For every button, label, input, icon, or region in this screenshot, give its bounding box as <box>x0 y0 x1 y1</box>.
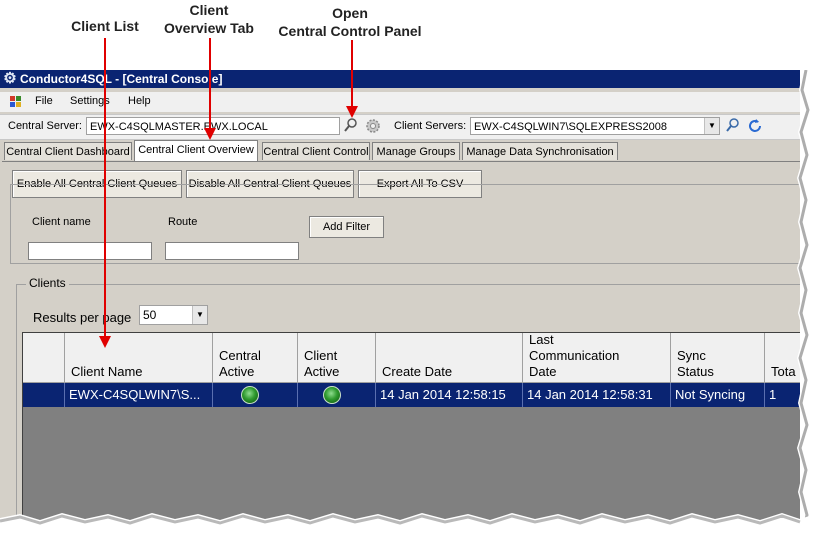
central-server-value: EWX-C4SQLMASTER.EWX.LOCAL <box>90 121 268 133</box>
open-central-control-panel-icon[interactable] <box>364 117 382 135</box>
column-header-label: Create Date <box>382 364 453 379</box>
tab-label: Manage Groups <box>376 146 456 158</box>
column-header-label: Status <box>677 364 714 379</box>
row-selector[interactable] <box>23 383 65 407</box>
client-servers-value: EWX-C4SQLWIN7\SQLEXPRESS2008 <box>474 121 667 133</box>
search-icon[interactable] <box>342 117 360 135</box>
column-header-client-active[interactable]: Client Active <box>298 333 376 383</box>
column-header-label: Client <box>304 348 338 363</box>
column-header-last-communication-date[interactable]: Last Communication Date <box>523 332 671 383</box>
tab-manage-data-synchronisation[interactable]: Manage Data Synchronisation <box>462 142 618 160</box>
app-window: ⚙ Conductor4SQL - [Central Console] File… <box>0 70 800 520</box>
column-header-client-name[interactable]: Client Name <box>65 333 213 383</box>
client-overview-tab-arrow-head <box>204 128 216 140</box>
results-per-page-label: Results per page <box>33 310 132 325</box>
column-header-label-group: Sync Status <box>677 348 714 380</box>
cell-sync-status: Not Syncing <box>671 383 765 407</box>
server-toolbar: Central Server: EWX-C4SQLMASTER.EWX.LOCA… <box>0 114 800 140</box>
tab-label: Central Client Dashboard <box>6 146 130 158</box>
menu-item-help[interactable]: Help <box>128 95 151 107</box>
column-header-sync-status[interactable]: Sync Status <box>671 333 765 383</box>
client-list-callout: Client List <box>60 17 150 35</box>
open-callout-line2: Central Control Panel <box>278 23 422 39</box>
torn-edge-bottom <box>0 510 828 536</box>
client-servers-label: Client Servers: <box>394 120 467 132</box>
row-header-column <box>23 333 65 383</box>
menu-item-file[interactable]: File <box>35 95 53 107</box>
tab-strip: Central Client Dashboard Central Client … <box>0 140 800 162</box>
table-row[interactable]: EWX-C4SQLWIN7\S... 14 Jan 2014 12:58:15 … <box>23 383 800 407</box>
torn-edge-right <box>795 70 828 536</box>
route-filter-input[interactable] <box>165 242 299 260</box>
tab-central-client-overview[interactable]: Central Client Overview <box>134 140 258 162</box>
chevron-down-icon[interactable]: ▼ <box>192 306 207 324</box>
client-servers-select[interactable]: EWX-C4SQLWIN7\SQLEXPRESS2008 ▼ <box>470 117 720 135</box>
open-control-panel-arrow-head <box>346 106 358 118</box>
client-list-arrow-head <box>99 336 111 348</box>
column-header-central-active[interactable]: Central Active <box>213 333 298 383</box>
tab-label: Manage Data Synchronisation <box>466 146 614 158</box>
cell-create-date: 14 Jan 2014 12:58:15 <box>376 383 523 407</box>
open-control-panel-arrow <box>351 40 353 107</box>
results-per-page-value: 50 <box>143 308 157 322</box>
menu-bar: File Settings Help <box>0 92 800 112</box>
gear-icon: ⚙ <box>3 70 17 87</box>
refresh-icon[interactable] <box>746 117 764 135</box>
column-header-label: Tota <box>771 364 796 379</box>
client-name-filter-label: Client name <box>32 216 91 228</box>
column-header-label: Central <box>219 348 261 363</box>
window-title: Conductor4SQL - [Central Console] <box>20 72 223 86</box>
column-header-label: Communication <box>529 348 620 363</box>
client-search-icon[interactable] <box>724 117 742 135</box>
column-header-label: Active <box>219 364 255 379</box>
cell-client-name: EWX-C4SQLWIN7\S... <box>65 383 213 407</box>
column-header-label-group: Central Active <box>219 348 261 380</box>
clients-table: Client Name Central Active Client Active C… <box>22 332 800 520</box>
cell-central-active <box>213 383 298 407</box>
tab-manage-groups[interactable]: Manage Groups <box>372 142 460 160</box>
central-server-label: Central Server: <box>8 120 82 132</box>
column-header-label: Client Name <box>71 364 143 379</box>
column-header-label: Sync <box>677 348 706 363</box>
results-per-page-select[interactable]: 50 ▼ <box>139 305 208 325</box>
column-header-create-date[interactable]: Create Date <box>376 333 523 383</box>
cell-last-communication-date: 14 Jan 2014 12:58:31 <box>523 383 671 407</box>
tab-label: Central Client Control <box>263 146 369 158</box>
client-list-arrow <box>104 38 106 338</box>
column-header-label-group: Client Active <box>304 348 339 380</box>
route-filter-label: Route <box>168 216 198 228</box>
title-bar: ⚙ Conductor4SQL - [Central Console] <box>0 70 800 88</box>
clients-group-title: Clients <box>26 276 69 290</box>
client-overview-tab-callout-line2: Overview Tab <box>163 20 254 36</box>
tab-label: Central Client Overview <box>138 144 254 156</box>
client-overview-tab-arrow <box>209 38 211 129</box>
status-active-icon <box>323 386 341 404</box>
open-central-control-panel-callout: Open Central Control Panel <box>265 4 435 40</box>
open-callout-line1: Open <box>332 5 368 21</box>
client-list-callout-text: Client List <box>71 18 139 34</box>
tab-central-client-dashboard[interactable]: Central Client Dashboard <box>4 142 132 160</box>
column-header-label: Date <box>529 364 557 379</box>
tab-central-client-control[interactable]: Central Client Control <box>262 142 370 160</box>
client-overview-tab-callout: Client Overview Tab <box>150 1 268 37</box>
app-menu-icon[interactable] <box>10 96 22 108</box>
column-header-label-group: Last Communication Date <box>529 332 619 380</box>
client-name-filter-input[interactable] <box>28 242 152 260</box>
column-header-label: Active <box>304 364 340 379</box>
cell-client-active <box>298 383 376 407</box>
status-active-icon <box>241 386 259 404</box>
chevron-down-icon[interactable]: ▼ <box>704 118 719 134</box>
column-header-label: Last <box>529 332 554 347</box>
add-filter-button[interactable]: Add Filter <box>309 216 384 238</box>
client-overview-tab-callout-line1: Client <box>189 2 229 18</box>
